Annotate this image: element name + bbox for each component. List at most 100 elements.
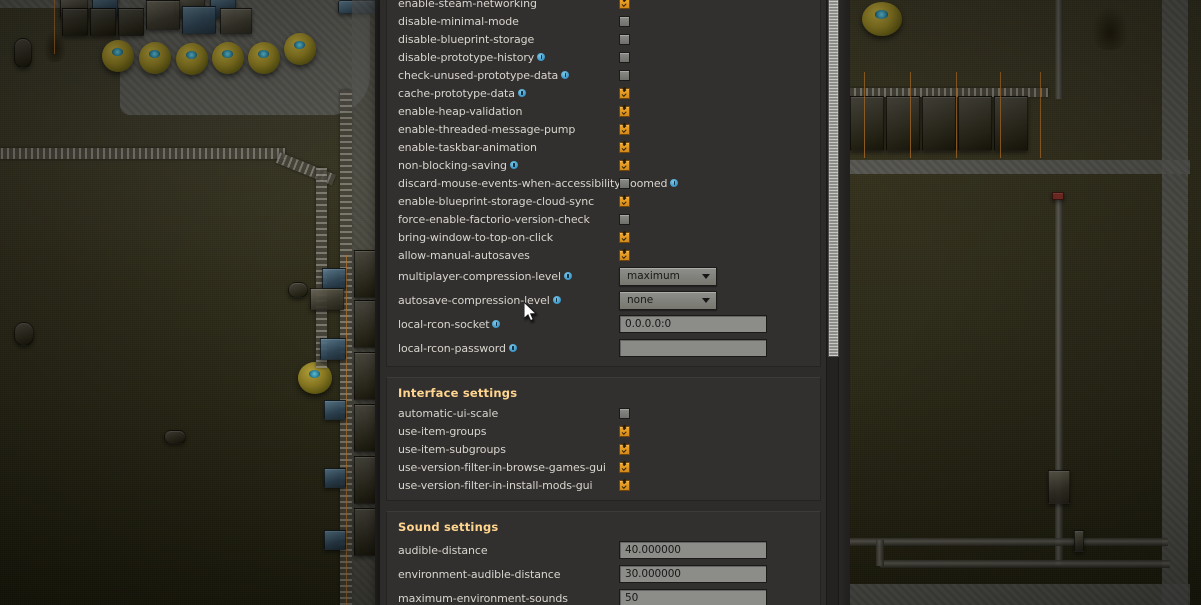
setting-control [619, 138, 630, 156]
checkbox-enable-blueprint-storage-cloud-sync[interactable] [619, 195, 630, 207]
checkbox-disable-prototype-history[interactable] [619, 51, 630, 63]
info-icon[interactable] [509, 161, 518, 169]
text-input-environment-audible-distance[interactable]: 30.000000 [619, 565, 767, 583]
text-input-local-rcon-socket[interactable]: 0.0.0.0:0 [619, 315, 767, 333]
checkbox-disable-blueprint-storage[interactable] [619, 33, 630, 45]
setting-row: disable-prototype-history [387, 48, 820, 66]
machine-left-7 [118, 8, 144, 36]
checkbox-cache-prototype-data[interactable] [619, 87, 630, 99]
setting-control [619, 192, 630, 210]
checkbox-allow-manual-autosaves[interactable] [619, 249, 630, 261]
pipe-right-horizontal-2 [880, 560, 1170, 568]
setting-row: local-rcon-socket 0.0.0.0:0 [387, 312, 820, 336]
checkbox-use-version-filter-in-install-mods-gui[interactable] [619, 479, 630, 491]
machine-right-row-3 [922, 96, 956, 151]
checkbox-enable-taskbar-animation[interactable] [619, 141, 630, 153]
setting-row: local-rcon-password [387, 336, 820, 360]
text-input-value: 30.000000 [625, 568, 681, 580]
setting-control [619, 422, 630, 440]
info-icon[interactable] [492, 320, 501, 328]
setting-control [619, 336, 767, 360]
settings-group: enable-steam-networking disable-minimal-m… [386, 0, 821, 367]
machine-right-row-1 [850, 96, 884, 151]
setting-control [619, 66, 630, 84]
checkbox-disable-minimal-mode[interactable] [619, 15, 630, 27]
settings-scrollbar-track[interactable] [826, 0, 839, 605]
checkbox-enable-heap-validation[interactable] [619, 105, 630, 117]
info-icon[interactable] [537, 53, 546, 61]
setting-control: 0.0.0.0:0 [619, 312, 767, 336]
setting-row: disable-minimal-mode [387, 12, 820, 30]
setting-row: cache-prototype-data [387, 84, 820, 102]
setting-control [619, 48, 630, 66]
setting-row: enable-heap-validation [387, 102, 820, 120]
setting-control [619, 156, 630, 174]
setting-label-text: use-version-filter-in-install-mods-gui [398, 478, 593, 492]
checkbox-non-blocking-saving[interactable] [619, 159, 630, 171]
checkbox-use-item-subgroups[interactable] [619, 443, 630, 455]
setting-label-text: autosave-compression-level [398, 293, 550, 307]
text-input-local-rcon-password[interactable] [619, 339, 767, 357]
setting-row: allow-manual-autosaves [387, 246, 820, 264]
setting-label-text: disable-blueprint-storage [398, 32, 535, 46]
setting-control [619, 228, 630, 246]
setting-label-text: use-item-subgroups [398, 442, 506, 456]
text-input-audible-distance[interactable]: 40.000000 [619, 541, 767, 559]
setting-row: autosave-compression-level none [387, 288, 820, 312]
settings-group: Sound settings audible-distance 40.000000 e… [386, 511, 821, 605]
info-icon[interactable] [561, 71, 570, 79]
text-input-maximum-environment-sounds[interactable]: 50 [619, 589, 767, 605]
info-icon[interactable] [517, 89, 526, 97]
power-pole-line-left [54, 0, 55, 54]
biter-nest-right-1 [862, 2, 902, 36]
setting-control [619, 84, 630, 102]
power-line-right-3 [956, 72, 957, 158]
setting-label-text: enable-steam-networking [398, 0, 537, 10]
setting-control: 50 [619, 586, 767, 605]
checkbox-enable-steam-networking[interactable] [619, 0, 630, 9]
settings-scrollbar-thumb[interactable] [828, 0, 839, 357]
checkbox-use-item-groups[interactable] [619, 425, 630, 437]
power-line-right-5 [1040, 72, 1041, 158]
checkbox-automatic-ui-scale[interactable] [619, 407, 630, 419]
machine-left-8 [146, 0, 180, 30]
stone-strip-right-top [848, 160, 1190, 174]
biter-nest-4 [212, 42, 244, 74]
setting-row: use-item-groups [387, 422, 820, 440]
setting-label-text: use-item-groups [398, 424, 487, 438]
machine-left-col-2 [320, 338, 346, 360]
pipe-right-vertical [1055, 0, 1063, 99]
setting-row: use-item-subgroups [387, 440, 820, 458]
setting-label: bring-window-to-top-on-click [387, 231, 553, 244]
dropdown-autosave-compression-level[interactable]: none [619, 290, 717, 310]
setting-row: multiplayer-compression-level maximum [387, 264, 820, 288]
setting-label-text: automatic-ui-scale [398, 406, 499, 420]
setting-label: cache-prototype-data [387, 87, 526, 100]
setting-label: local-rcon-password [387, 342, 517, 355]
checkbox-force-enable-factorio-version-check[interactable] [619, 213, 630, 225]
settings-group-title: Sound settings [398, 520, 499, 534]
machine-left-col-6 [310, 288, 344, 310]
text-input-value: 40.000000 [625, 544, 681, 556]
setting-control [619, 102, 630, 120]
settings-scroll-area[interactable]: enable-steam-networking disable-minimal-m… [380, 0, 827, 605]
checkbox-bring-window-to-top-on-click[interactable] [619, 231, 630, 243]
setting-row: non-blocking-saving [387, 156, 820, 174]
setting-label: maximum-environment-sounds [387, 592, 568, 605]
tree-left-1 [44, 30, 66, 62]
info-icon[interactable] [508, 344, 517, 352]
setting-label: enable-threaded-message-pump [387, 123, 575, 136]
setting-label: disable-prototype-history [387, 51, 546, 64]
setting-label-text: check-unused-prototype-data [398, 68, 559, 82]
biter-nest-1 [102, 40, 134, 72]
info-icon[interactable] [552, 296, 561, 304]
checkbox-use-version-filter-in-browse-games-gui[interactable] [619, 461, 630, 473]
dropdown-multiplayer-compression-level[interactable]: maximum [619, 266, 717, 286]
info-icon[interactable] [563, 272, 572, 280]
setting-label-text: non-blocking-saving [398, 158, 507, 172]
checkbox-enable-threaded-message-pump[interactable] [619, 123, 630, 135]
setting-control [619, 120, 630, 138]
checkbox-discard-mouse-events-when-accessibility-zoomed[interactable] [619, 177, 630, 189]
checkbox-check-unused-prototype-data[interactable] [619, 69, 630, 81]
info-icon[interactable] [670, 179, 679, 187]
